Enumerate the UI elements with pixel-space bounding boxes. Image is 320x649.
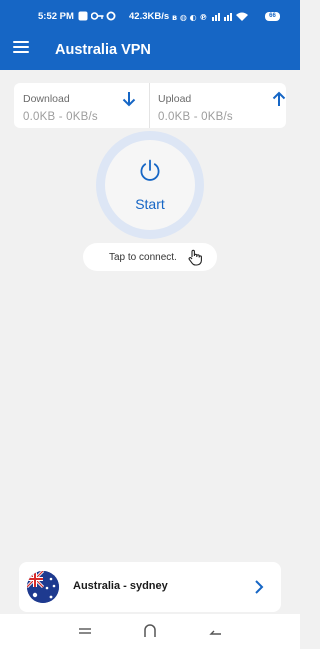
menu-button[interactable] (13, 41, 29, 55)
connect-button-inner: Start (105, 140, 195, 230)
menu-icon (13, 41, 29, 43)
download-value: 0.0KB - 0KB/s (23, 111, 98, 123)
upload-stat: Upload 0.0KB - 0KB/s (150, 83, 286, 128)
download-label: Download (23, 93, 70, 105)
upload-label: Upload (158, 93, 192, 105)
server-selector[interactable]: Australia - sydney (19, 562, 281, 612)
key-icon (91, 12, 104, 20)
notification-icon (78, 11, 88, 21)
power-icon (140, 159, 160, 181)
network-speed: 42.3KB/s (129, 11, 170, 22)
app-header: 5:52 PM 42.3KB/s ʙ ◍ ◐ ℗ 66 Australia VP… (0, 0, 300, 70)
arrow-down-icon (122, 92, 136, 107)
status-bar: 5:52 PM 42.3KB/s ʙ ◍ ◐ ℗ 66 (0, 9, 300, 25)
home-button[interactable] (140, 622, 160, 640)
download-stat: Download 0.0KB - 0KB/s (14, 83, 150, 128)
australia-flag-icon (27, 571, 59, 603)
traffic-stats-card: Download 0.0KB - 0KB/s Upload 0.0KB - 0K… (14, 83, 286, 128)
hand-pointer-icon (188, 249, 202, 266)
signal-icons: ʙ ◍ ◐ ℗ (172, 12, 248, 22)
status-time: 5:52 PM (38, 11, 74, 22)
app-title: Australia VPN (55, 42, 151, 58)
battery-icon: 66 (265, 12, 280, 21)
system-nav-bar (0, 614, 300, 649)
connect-button[interactable]: Start (96, 131, 204, 239)
sync-icon (106, 11, 116, 21)
tap-to-connect-hint: Tap to connect. (83, 243, 217, 271)
arrow-up-icon (272, 91, 286, 106)
svg-text:ʙ ◍ ◐ ℗: ʙ ◍ ◐ ℗ (172, 13, 207, 22)
connect-label: Start (135, 196, 165, 212)
server-name: Australia - sydney (73, 580, 168, 592)
recents-button[interactable] (75, 622, 95, 640)
back-button[interactable] (205, 622, 225, 640)
chevron-right-icon (255, 580, 264, 594)
upload-value: 0.0KB - 0KB/s (158, 111, 233, 123)
hint-text: Tap to connect. (109, 252, 177, 263)
